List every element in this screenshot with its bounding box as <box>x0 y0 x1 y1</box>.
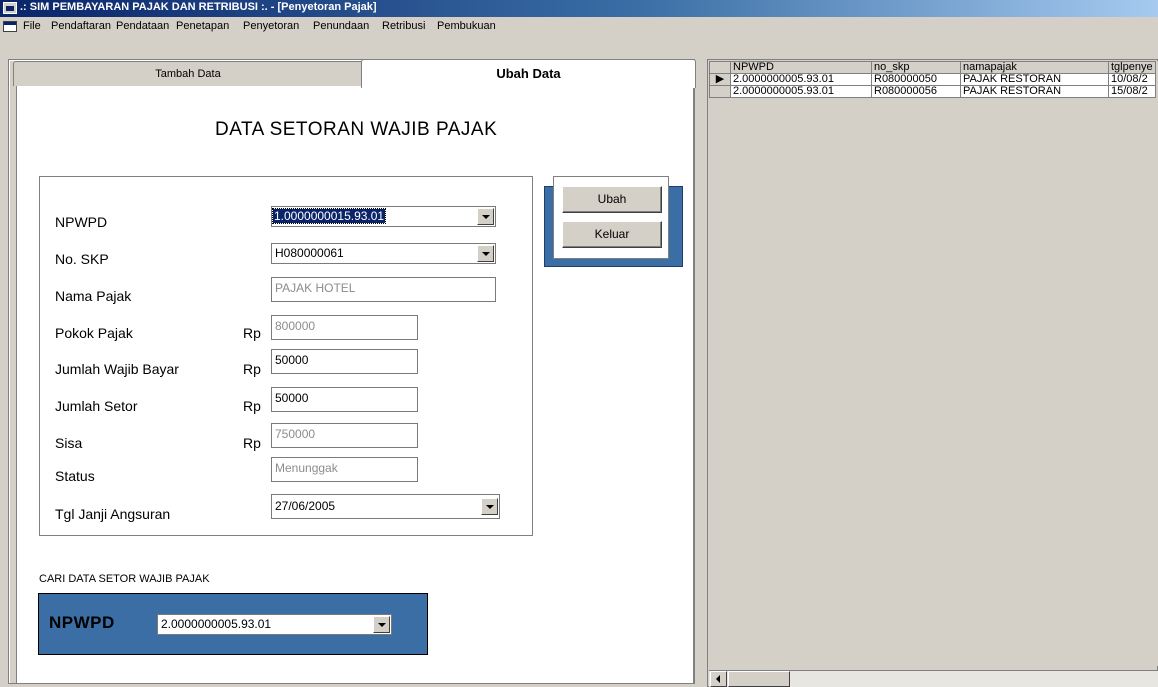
menu-retribusi[interactable]: Retribusi <box>382 20 425 32</box>
search-npwpd-combo[interactable]: 2.0000000005.93.01 <box>157 614 392 635</box>
no-skp-value: H080000061 <box>275 246 344 260</box>
jumlah-wajib-bayar-label: Jumlah Wajib Bayar <box>55 361 179 377</box>
chevron-down-icon[interactable] <box>481 498 498 515</box>
search-caption: CARI DATA SETOR WAJIB PAJAK <box>39 573 210 585</box>
menu-penundaan[interactable]: Penundaan <box>313 20 369 32</box>
grid-cell[interactable]: R080000050 <box>871 73 961 86</box>
grid-cell[interactable]: 2.0000000005.93.01 <box>730 73 872 86</box>
chevron-down-icon[interactable] <box>373 616 390 633</box>
jumlah-setor-field[interactable]: 50000 <box>271 387 418 412</box>
npwpd-value: 1.0000000015.93.01 <box>271 208 387 224</box>
grid-cell[interactable]: 2.0000000005.93.01 <box>730 85 872 98</box>
grid-cell[interactable]: 10/08/2 <box>1108 73 1156 86</box>
table-row[interactable]: 2.0000000005.93.01 R080000056 PAJAK REST… <box>709 85 1156 98</box>
menu-penetapan[interactable]: Penetapan <box>176 20 229 32</box>
sisa-label: Sisa <box>55 435 83 451</box>
data-grid[interactable]: NPWPD no_skp namapajak tglpenye ▶ 2.0000… <box>709 61 1156 98</box>
grid-cell[interactable]: PAJAK RESTORAN <box>960 73 1109 86</box>
menu-pembukuan[interactable]: Pembukuan <box>437 20 496 32</box>
tab-tambah-data[interactable]: Tambah Data <box>13 61 363 86</box>
currency-label: Rp <box>243 361 261 377</box>
child-window-icon[interactable] <box>3 21 17 32</box>
search-npwpd-value: 2.0000000005.93.01 <box>161 617 272 631</box>
window-title: .: SIM PEMBAYARAN PAJAK DAN RETRIBUSI :.… <box>20 1 377 13</box>
grid-cell[interactable]: R080000056 <box>871 85 961 98</box>
grid-column-header[interactable]: namapajak <box>960 61 1109 74</box>
keluar-button[interactable]: Keluar <box>562 221 662 248</box>
grid-column-header[interactable]: tglpenye <box>1108 61 1156 74</box>
chevron-down-icon[interactable] <box>477 208 494 225</box>
grid-corner-cell <box>709 61 731 74</box>
scroll-left-icon[interactable] <box>710 671 727 687</box>
npwpd-combo[interactable]: 1.0000000015.93.01 <box>271 206 496 227</box>
search-npwpd-label: NPWPD <box>49 613 115 632</box>
menu-pendataan[interactable]: Pendataan <box>116 20 169 32</box>
menu-file[interactable]: File <box>23 20 41 32</box>
app-icon[interactable] <box>3 2 17 14</box>
jumlah-wajib-bayar-field[interactable]: 50000 <box>271 349 418 374</box>
row-indicator-icon[interactable]: ▶ <box>709 73 731 86</box>
scrollbar-thumb[interactable] <box>728 671 790 687</box>
chevron-down-icon[interactable] <box>477 245 494 262</box>
nama-pajak-field[interactable]: PAJAK HOTEL <box>271 277 496 302</box>
data-grid-background <box>709 61 1158 666</box>
jumlah-setor-label: Jumlah Setor <box>55 398 138 414</box>
sisa-field[interactable]: 750000 <box>271 423 418 448</box>
grid-column-header[interactable]: no_skp <box>871 61 961 74</box>
no-skp-label: No. SKP <box>55 251 109 267</box>
status-field[interactable]: Menunggak <box>271 457 418 482</box>
menu-bar: File Pendaftaran Pendataan Penetapan Pen… <box>0 17 1158 44</box>
form-heading: DATA SETORAN WAJIB PAJAK <box>215 119 498 140</box>
tab-ubah-data[interactable]: Ubah Data <box>361 59 696 88</box>
tgl-janji-angsuran-datepicker[interactable]: 27/06/2005 <box>271 494 500 519</box>
npwpd-label: NPWPD <box>55 214 108 230</box>
table-row[interactable]: ▶ 2.0000000005.93.01 R080000050 PAJAK RE… <box>709 73 1156 86</box>
currency-label: Rp <box>243 398 261 414</box>
grid-header-row: NPWPD no_skp namapajak tglpenye <box>709 61 1156 74</box>
pokok-pajak-label: Pokok Pajak <box>55 325 133 341</box>
currency-label: Rp <box>243 325 261 341</box>
tgl-janji-angsuran-label: Tgl Janji Angsuran <box>55 506 171 522</box>
grid-cell[interactable]: PAJAK RESTORAN <box>960 85 1109 98</box>
status-label: Status <box>55 468 95 484</box>
tgl-janji-angsuran-value: 27/06/2005 <box>275 499 336 513</box>
ubah-button[interactable]: Ubah <box>562 186 662 213</box>
menu-penyetoran[interactable]: Penyetoran <box>243 20 299 32</box>
pokok-pajak-field[interactable]: 800000 <box>271 315 418 340</box>
grid-column-header[interactable]: NPWPD <box>730 61 872 74</box>
title-bar: .: SIM PEMBAYARAN PAJAK DAN RETRIBUSI :.… <box>0 0 1158 17</box>
currency-label: Rp <box>243 435 261 451</box>
no-skp-combo[interactable]: H080000061 <box>271 243 496 264</box>
nama-pajak-label: Nama Pajak <box>55 288 132 304</box>
grid-cell[interactable]: 15/08/2 <box>1108 85 1156 98</box>
row-selector[interactable] <box>709 85 731 98</box>
menu-pendaftaran[interactable]: Pendaftaran <box>51 20 111 32</box>
